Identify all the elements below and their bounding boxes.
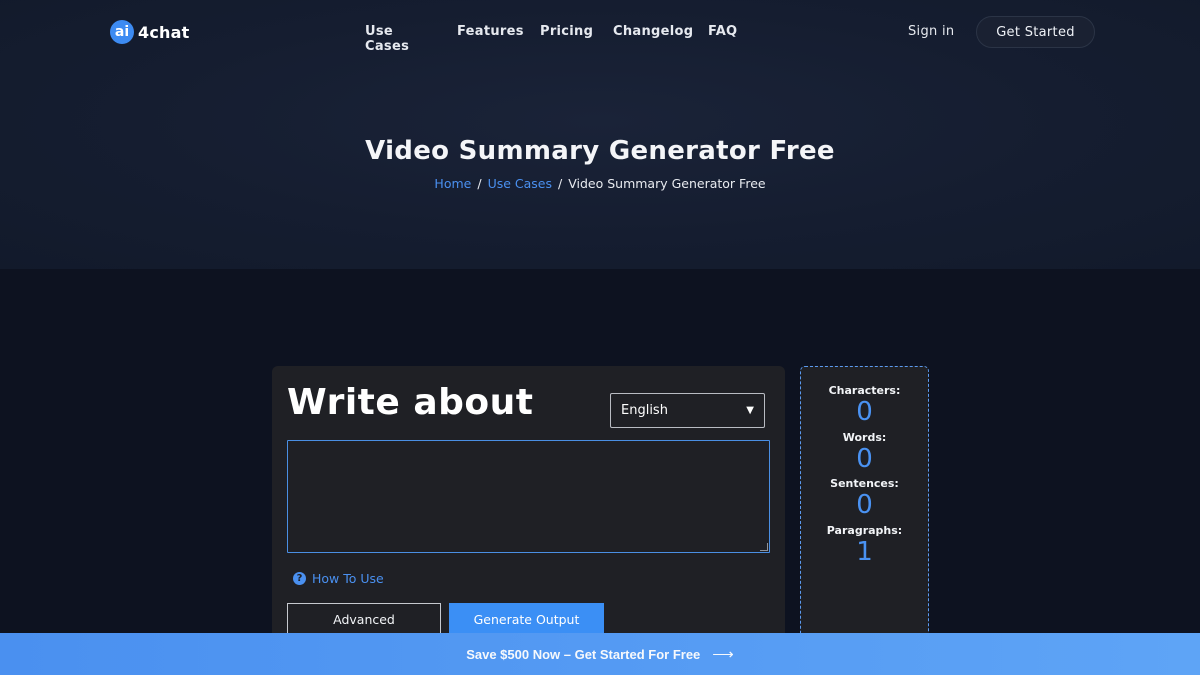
editor-card: Write about English ▼ ? How To Use Advan… [272, 366, 785, 656]
stat-words: Words: 0 [801, 431, 928, 472]
prompt-textarea[interactable] [287, 440, 770, 553]
stat-value: 0 [856, 490, 873, 520]
stat-label: Sentences: [830, 477, 899, 490]
page-title: Video Summary Generator Free [365, 136, 835, 166]
stat-label: Paragraphs: [826, 524, 903, 537]
breadcrumb-separator: / [558, 176, 563, 191]
breadcrumb-use-cases[interactable]: Use Cases [488, 176, 552, 191]
sign-in-link[interactable]: Sign in [908, 24, 954, 39]
help-circle-icon: ? [293, 572, 306, 585]
resize-handle-icon[interactable] [760, 543, 768, 551]
breadcrumb-home[interactable]: Home [434, 176, 471, 191]
stat-sentences: Sentences: 0 [801, 477, 928, 518]
nav-link-faq[interactable]: FAQ [708, 24, 737, 39]
language-select[interactable]: English ▼ [610, 393, 765, 428]
brand-logo[interactable]: ai 4chat [110, 20, 189, 44]
promo-text: Save $500 Now – Get Started For Free [466, 646, 701, 662]
chevron-down-icon: ▼ [746, 405, 754, 416]
nav-link-pricing[interactable]: Pricing [540, 24, 593, 39]
promo-banner[interactable]: Save $500 Now – Get Started For Free ⟶ [0, 633, 1200, 675]
generate-output-button[interactable]: Generate Output [449, 603, 604, 635]
stat-paragraphs: Paragraphs: 1 [801, 524, 928, 565]
nav-link-features[interactable]: Features [457, 24, 524, 39]
brand-name: 4chat [138, 22, 190, 42]
breadcrumb-separator: / [477, 176, 482, 191]
stat-label: Characters: [828, 384, 901, 397]
stat-value: 0 [856, 444, 873, 474]
advanced-button[interactable]: Advanced [287, 603, 441, 635]
breadcrumb-current: Video Summary Generator Free [568, 176, 766, 191]
breadcrumb: Home / Use Cases / Video Summary Generator F… [0, 176, 1200, 191]
editor-heading: Write about [287, 382, 534, 423]
logo-badge-icon: ai [110, 20, 134, 44]
text-stats-panel: Characters: 0 Words: 0 Sentences: 0 Para… [800, 366, 929, 641]
stat-label: Words: [842, 431, 887, 444]
stat-characters: Characters: 0 [801, 384, 928, 425]
how-to-use-label: How To Use [312, 571, 384, 586]
stat-value: 0 [856, 397, 873, 427]
how-to-use-link[interactable]: ? How To Use [293, 571, 384, 586]
nav-link-changelog[interactable]: Changelog [613, 24, 693, 39]
language-select-value: English [621, 403, 668, 418]
get-started-button[interactable]: Get Started [976, 16, 1095, 48]
stat-value: 1 [856, 537, 873, 567]
nav-link-use-cases[interactable]: Use Cases [365, 24, 409, 54]
arrow-right-icon: ⟶ [712, 646, 734, 663]
